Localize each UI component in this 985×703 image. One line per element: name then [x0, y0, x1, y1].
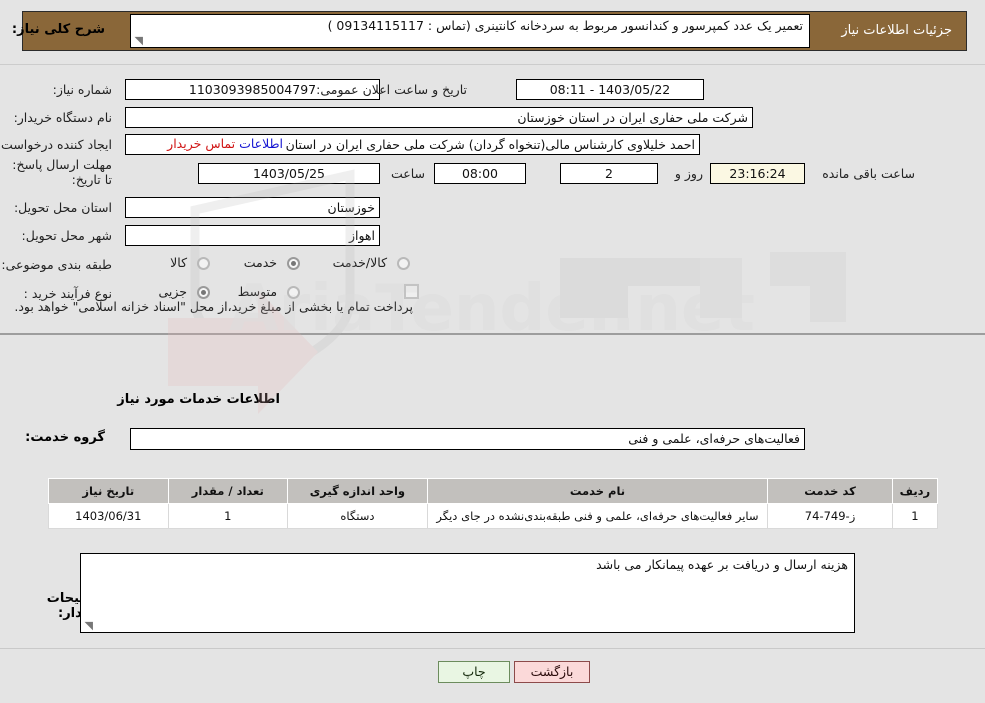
- print-button[interactable]: چاپ: [438, 661, 510, 683]
- province-label: استان محل تحویل:: [13, 200, 112, 215]
- cell-code: ز-749-74: [767, 503, 893, 529]
- city-label-wrap: شهر محل تحویل:: [22, 228, 112, 243]
- footer-divider: [0, 648, 985, 649]
- page-title: جزئیات اطلاعات نیاز: [841, 23, 952, 38]
- buyer-contact-link[interactable]: اطلاعات تماس خریدار: [167, 136, 283, 151]
- need-info-panel: شماره نیاز: 1103093985004797 تاریخ و ساع…: [0, 64, 985, 335]
- cell-index: 1: [891, 503, 939, 529]
- col-unit: واحد اندازه گیری: [287, 478, 428, 504]
- days-and-label: روز و: [674, 166, 703, 181]
- cell-quantity: 1: [167, 503, 289, 529]
- cell-need-date: 1403/06/31: [48, 503, 169, 529]
- back-button[interactable]: بازگشت: [514, 661, 590, 683]
- description-label: شرح کلی نیاز:: [11, 22, 105, 37]
- creator-label-wrap: ایجاد کننده درخواست:: [0, 137, 112, 152]
- service-group-value: فعالیت‌های حرفه‌ای، علمی و فنی: [130, 428, 805, 450]
- creator-label: ایجاد کننده درخواست:: [0, 137, 112, 152]
- radio-icon: [397, 257, 410, 270]
- col-quantity: تعداد / مقدار: [167, 478, 289, 504]
- col-code: کد خدمت: [767, 478, 893, 504]
- deadline-date-value: 1403/05/25: [198, 163, 380, 184]
- radio-classify-khedmat-label: خدمت: [243, 255, 278, 270]
- resize-handle-icon[interactable]: ◥: [83, 620, 93, 631]
- deadline-hour-label: ساعت: [390, 166, 425, 181]
- buyer-org-label-wrap: نام دستگاه خریدار:: [14, 110, 112, 125]
- description-value: تعمیر یک عدد کمپرسور و کندانسور مربوط به…: [327, 18, 803, 33]
- buyer-notes-value: هزینه ارسال و دریافت بر عهده پیمانکار می…: [596, 557, 848, 572]
- need-number-label-wrap: شماره نیاز:: [53, 82, 112, 97]
- classify-label: طبقه بندی موضوعی:: [1, 257, 112, 272]
- remaining-time-value: 23:16:24: [710, 163, 805, 184]
- announce-date-value: 1403/05/22 - 08:11: [516, 79, 704, 100]
- radio-classify-kala-khedmat[interactable]: کالا/خدمت: [333, 255, 410, 270]
- radio-classify-kala-label: کالا: [170, 255, 188, 270]
- announce-date-label: تاریخ و ساعت اعلان عمومی:: [316, 82, 467, 97]
- buyer-org-label: نام دستگاه خریدار:: [13, 110, 112, 125]
- radio-classify-kala[interactable]: کالا: [170, 255, 210, 270]
- services-table: ردیف کد خدمت نام خدمت واحد اندازه گیری ت…: [48, 478, 939, 529]
- need-number-label: شماره نیاز:: [52, 82, 112, 97]
- buyer-contact-link-part1: اطلاعات: [239, 136, 283, 151]
- description-textarea[interactable]: تعمیر یک عدد کمپرسور و کندانسور مربوط به…: [130, 14, 810, 48]
- city-value: اهواز: [125, 225, 380, 246]
- table-header-row: ردیف کد خدمت نام خدمت واحد اندازه گیری ت…: [48, 478, 939, 504]
- resize-handle-icon[interactable]: ◥: [133, 35, 143, 46]
- cell-name: سایر فعالیت‌های حرفه‌ای، علمی و فنی طبقه…: [426, 503, 769, 529]
- services-section-title: اطلاعات خدمات مورد نیاز: [117, 392, 280, 407]
- col-index: ردیف: [891, 478, 939, 504]
- radio-classify-khedmat[interactable]: خدمت: [244, 255, 300, 270]
- classify-label-wrap: طبقه بندی موضوعی:: [1, 257, 112, 272]
- checkbox-icon: [404, 284, 419, 299]
- radio-icon: [197, 257, 210, 270]
- city-label: شهر محل تحویل:: [21, 228, 112, 243]
- province-label-wrap: استان محل تحویل:: [14, 200, 112, 215]
- cell-unit: دستگاه: [287, 503, 428, 529]
- treasury-checkbox[interactable]: پرداخت تمام یا بخشی از مبلغ خرید،از محل …: [0, 283, 419, 314]
- buyer-notes-textarea[interactable]: هزینه ارسال و دریافت بر عهده پیمانکار می…: [80, 553, 855, 633]
- deadline-label-wrap: مهلت ارسال پاسخ: تا تاریخ:: [12, 157, 112, 187]
- radio-classify-kala-khedmat-label: کالا/خدمت: [332, 255, 388, 270]
- province-value: خوزستان: [125, 197, 380, 218]
- deadline-time-value: 08:00: [434, 163, 526, 184]
- radio-icon-selected: [287, 257, 300, 270]
- col-need-date: تاریخ نیاز: [48, 478, 169, 504]
- treasury-checkbox-label: پرداخت تمام یا بخشی از مبلغ خرید،از محل …: [14, 299, 413, 314]
- col-name: نام خدمت: [426, 478, 769, 504]
- service-group-label: گروه خدمت:: [25, 430, 105, 445]
- announce-label-wrap: تاریخ و ساعت اعلان عمومی:: [316, 82, 467, 97]
- deadline-label: مهلت ارسال پاسخ: تا تاریخ:: [12, 157, 112, 187]
- remaining-days-value: 2: [560, 163, 658, 184]
- remaining-time-suffix: ساعت باقی مانده: [822, 166, 915, 181]
- table-row: 1 ز-749-74 سایر فعالیت‌های حرفه‌ای، علمی…: [48, 503, 939, 529]
- buyer-org-value: شرکت ملی حفاری ایران در استان خوزستان: [125, 107, 753, 128]
- buyer-contact-link-part2: تماس خریدار: [167, 136, 236, 151]
